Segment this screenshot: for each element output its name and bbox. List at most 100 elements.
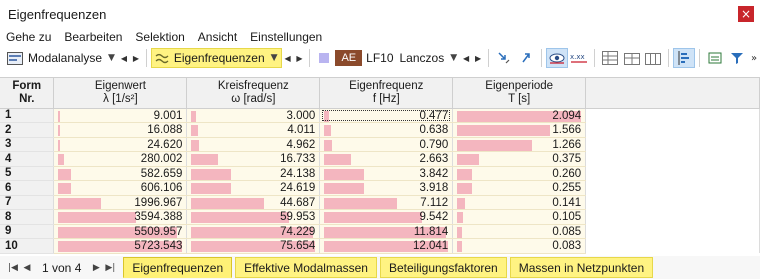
natural-frequency-cell[interactable]: 3.842 bbox=[319, 166, 454, 181]
natural-frequency-cell[interactable]: 3.918 bbox=[319, 180, 454, 196]
prev-page-button[interactable]: ◀ bbox=[20, 263, 34, 273]
menu-edit[interactable]: Bearbeiten bbox=[64, 30, 122, 44]
natural-frequency-cell[interactable]: 0.477 bbox=[319, 108, 454, 123]
next-page-button[interactable]: ▶ bbox=[89, 263, 103, 273]
table-icon[interactable] bbox=[599, 48, 621, 68]
natural-frequency-cell[interactable]: 7.112 bbox=[319, 195, 454, 210]
eigenvalue-cell[interactable]: 24.620 bbox=[53, 137, 188, 152]
angular-frequency-cell[interactable]: 75.654 bbox=[186, 238, 321, 254]
column-header-period[interactable]: Eigenperiode T [s] bbox=[452, 78, 587, 109]
eigenvalue-cell[interactable]: 606.106 bbox=[53, 180, 188, 196]
period-cell[interactable]: 0.141 bbox=[452, 195, 587, 210]
pick-icon[interactable] bbox=[515, 48, 537, 68]
close-button[interactable]: × bbox=[738, 6, 754, 22]
eye-icon[interactable] bbox=[545, 48, 568, 68]
period-cell[interactable]: 0.260 bbox=[452, 166, 587, 181]
table-row[interactable]: 10 5723.543 75.654 12.041 0.083 bbox=[0, 238, 760, 254]
column-header-natural-frequency[interactable]: Eigenfrequenz f [Hz] bbox=[319, 78, 454, 109]
period-cell[interactable]: 2.094 bbox=[452, 108, 587, 123]
period-cell[interactable]: 0.083 bbox=[452, 238, 587, 254]
column-header-angular-frequency[interactable]: Kreisfrequenz ω [rad/s] bbox=[186, 78, 321, 109]
menu-goto[interactable]: Gehe zu bbox=[6, 30, 51, 44]
table-row[interactable]: 7 1996.967 44.687 7.112 0.141 bbox=[0, 195, 760, 210]
last-page-button[interactable]: ▶| bbox=[103, 263, 117, 273]
value-format-icon[interactable]: x.xx bbox=[568, 48, 590, 68]
eigenvalue-cell[interactable]: 16.088 bbox=[53, 122, 188, 138]
table-row[interactable]: 6 606.106 24.619 3.918 0.255 bbox=[0, 180, 760, 196]
form-number-cell[interactable]: 6 bbox=[0, 180, 55, 196]
table-row[interactable]: 4 280.002 16.733 2.663 0.375 bbox=[0, 151, 760, 167]
natural-frequency-cell[interactable]: 12.041 bbox=[319, 238, 454, 254]
form-number-cell[interactable]: 1 bbox=[0, 108, 55, 123]
period-cell[interactable]: 0.085 bbox=[452, 224, 587, 239]
select-in-model-icon[interactable] bbox=[493, 48, 515, 68]
eigenvalue-cell[interactable]: 1996.967 bbox=[53, 195, 188, 210]
first-page-button[interactable]: |◀ bbox=[6, 263, 20, 273]
column-header-form[interactable]: Form Nr. bbox=[0, 78, 55, 109]
table-row[interactable]: 3 24.620 4.962 0.790 1.266 bbox=[0, 137, 760, 152]
period-cell[interactable]: 1.566 bbox=[452, 122, 587, 138]
menu-selection[interactable]: Selektion bbox=[135, 30, 184, 44]
period-cell[interactable]: 0.375 bbox=[452, 151, 587, 167]
form-number-cell[interactable]: 2 bbox=[0, 122, 55, 138]
table-columns-icon[interactable] bbox=[642, 48, 664, 68]
tab-participation-factors[interactable]: Beteiligungsfaktoren bbox=[379, 257, 507, 278]
table-row[interactable]: 2 16.088 4.011 0.638 1.566 bbox=[0, 122, 760, 138]
prev-result-button[interactable]: ◀ bbox=[282, 48, 294, 68]
angular-frequency-cell[interactable]: 3.000 bbox=[186, 108, 321, 123]
angular-frequency-cell[interactable]: 4.962 bbox=[186, 137, 321, 152]
toolbar-overflow-icon[interactable]: » bbox=[748, 48, 760, 68]
angular-frequency-cell[interactable]: 16.733 bbox=[186, 151, 321, 167]
result-type-select[interactable]: Eigenfrequenzen ▼ bbox=[150, 48, 282, 68]
angular-frequency-cell[interactable]: 44.687 bbox=[186, 195, 321, 210]
form-number-cell[interactable]: 8 bbox=[0, 209, 55, 225]
angular-frequency-cell[interactable]: 24.619 bbox=[186, 180, 321, 196]
natural-frequency-cell[interactable]: 2.663 bbox=[319, 151, 454, 167]
next-result-button[interactable]: ▶ bbox=[294, 48, 306, 68]
eigenvalue-cell[interactable]: 5723.543 bbox=[53, 238, 188, 254]
table-filter-icon[interactable] bbox=[621, 48, 643, 68]
prev-loadcase-button[interactable]: ◀ bbox=[460, 48, 472, 68]
angular-frequency-cell[interactable]: 74.229 bbox=[186, 224, 321, 239]
solver-select[interactable]: Lanczos ▼ bbox=[397, 48, 461, 68]
next-analysis-button[interactable]: ▶ bbox=[130, 48, 142, 68]
form-number-cell[interactable]: 3 bbox=[0, 137, 55, 152]
natural-frequency-cell[interactable]: 0.638 bbox=[319, 122, 454, 138]
natural-frequency-cell[interactable]: 9.542 bbox=[319, 209, 454, 225]
column-header-eigenvalue[interactable]: Eigenwert λ [1/s²] bbox=[53, 78, 188, 109]
table-row[interactable]: 9 5509.957 74.229 11.814 0.085 bbox=[0, 224, 760, 239]
period-cell[interactable]: 0.255 bbox=[452, 180, 587, 196]
prev-analysis-button[interactable]: ◀ bbox=[118, 48, 130, 68]
bar-display-icon[interactable] bbox=[673, 48, 696, 68]
natural-frequency-cell[interactable]: 11.814 bbox=[319, 224, 454, 239]
form-number-cell[interactable]: 10 bbox=[0, 238, 55, 254]
eigenvalue-cell[interactable]: 3594.388 bbox=[53, 209, 188, 225]
export-icon[interactable] bbox=[704, 48, 726, 68]
table-row[interactable]: 1 9.001 3.000 0.477 2.094 bbox=[0, 108, 760, 123]
eigenvalue-cell[interactable]: 9.001 bbox=[53, 108, 188, 123]
menu-settings[interactable]: Einstellungen bbox=[250, 30, 322, 44]
angular-frequency-cell[interactable]: 59.953 bbox=[186, 209, 321, 225]
form-number-cell[interactable]: 9 bbox=[0, 224, 55, 239]
eigenvalue-cell[interactable]: 5509.957 bbox=[53, 224, 188, 239]
load-case-select[interactable]: AE LF10 bbox=[314, 48, 396, 68]
table-row[interactable]: 8 3594.388 59.953 9.542 0.105 bbox=[0, 209, 760, 225]
angular-frequency-cell[interactable]: 4.011 bbox=[186, 122, 321, 138]
angular-frequency-cell[interactable]: 24.138 bbox=[186, 166, 321, 181]
filter-icon[interactable] bbox=[726, 48, 748, 68]
eigenvalue-cell[interactable]: 280.002 bbox=[53, 151, 188, 167]
table-row[interactable]: 5 582.659 24.138 3.842 0.260 bbox=[0, 166, 760, 181]
form-number-cell[interactable]: 5 bbox=[0, 166, 55, 181]
eigenvalue-cell[interactable]: 582.659 bbox=[53, 166, 188, 181]
menu-view[interactable]: Ansicht bbox=[198, 30, 237, 44]
tab-eigenfrequencies[interactable]: Eigenfrequenzen bbox=[123, 257, 233, 278]
period-cell[interactable]: 0.105 bbox=[452, 209, 587, 225]
tab-masses-in-mesh-points[interactable]: Massen in Netzpunkten bbox=[509, 257, 654, 278]
analysis-type-select[interactable]: Modalanalyse ▼ bbox=[4, 48, 118, 68]
next-loadcase-button[interactable]: ▶ bbox=[472, 48, 484, 68]
form-number-cell[interactable]: 4 bbox=[0, 151, 55, 167]
form-number-cell[interactable]: 7 bbox=[0, 195, 55, 210]
period-cell[interactable]: 1.266 bbox=[452, 137, 587, 152]
natural-frequency-cell[interactable]: 0.790 bbox=[319, 137, 454, 152]
tab-effective-modal-masses[interactable]: Effektive Modalmassen bbox=[235, 257, 377, 278]
